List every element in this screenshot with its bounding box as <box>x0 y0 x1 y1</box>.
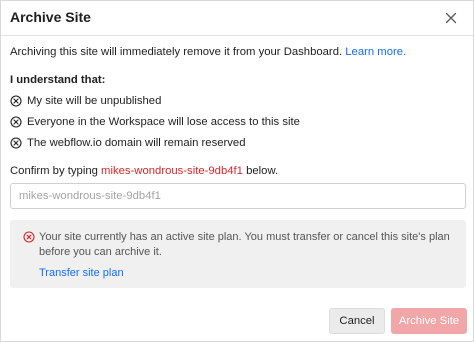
confirm-prefix: Confirm by typing <box>10 165 102 177</box>
dialog-title: Archive Site <box>10 9 91 25</box>
close-icon <box>445 12 457 24</box>
alert-message: Your site currently has an active site p… <box>39 231 450 258</box>
archive-site-button[interactable]: Archive Site <box>391 308 467 334</box>
cancel-button[interactable]: Cancel <box>329 308 385 334</box>
intro-message: Archiving this site will immediately rem… <box>10 46 346 58</box>
condition-label: The webflow.io domain will remain reserv… <box>27 137 246 149</box>
error-circle-icon <box>23 231 35 243</box>
x-circle-icon <box>10 137 22 149</box>
condition-item: The webflow.io domain will remain reserv… <box>10 137 246 149</box>
condition-item: My site will be unpublished <box>10 95 161 107</box>
confirm-label: Confirm by typing mikes-wondrous-site-9d… <box>10 165 278 177</box>
learn-more-link[interactable]: Learn more. <box>345 46 406 58</box>
archive-site-dialog: Archive Site Archiving this site will im… <box>0 0 474 342</box>
understand-heading: I understand that: <box>10 74 106 86</box>
condition-item: Everyone in the Workspace will lose acce… <box>10 116 300 128</box>
intro-text: Archiving this site will immediately rem… <box>10 46 406 58</box>
condition-label: My site will be unpublished <box>27 95 162 107</box>
confirm-site-name-input[interactable] <box>10 183 466 209</box>
close-button[interactable] <box>442 9 460 27</box>
confirm-suffix: below. <box>242 165 279 177</box>
x-circle-icon <box>10 116 22 128</box>
active-plan-alert: Your site currently has an active site p… <box>10 220 466 288</box>
x-circle-icon <box>10 95 22 107</box>
confirm-site-name: mikes-wondrous-site-9db4f1 <box>101 165 243 177</box>
transfer-site-plan-link[interactable]: Transfer site plan <box>39 267 124 279</box>
condition-label: Everyone in the Workspace will lose acce… <box>27 116 300 128</box>
dialog-header: Archive Site <box>1 1 473 36</box>
